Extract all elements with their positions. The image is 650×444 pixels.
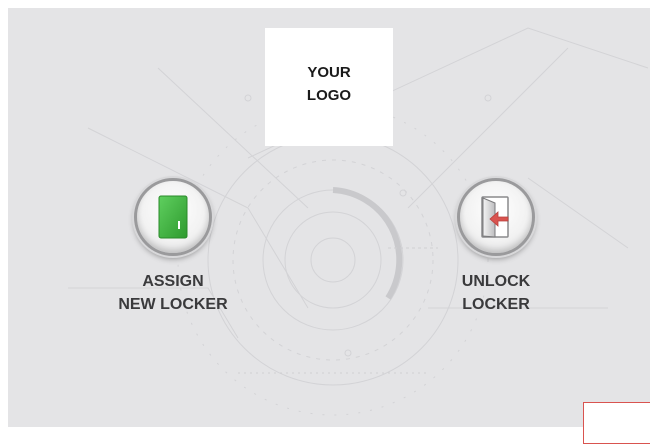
unlock-locker-button[interactable]: UNLOCK LOCKER [426,178,566,316]
logo-placeholder: YOUR LOGO [265,28,393,146]
open-door-arrow-icon [476,192,516,242]
assign-new-locker-button[interactable]: ASSIGN NEW LOCKER [103,178,243,316]
assign-label: ASSIGN NEW LOCKER [118,270,227,316]
unlock-label-line-1: UNLOCK [461,273,531,290]
unlock-round-button[interactable] [457,178,535,256]
kiosk-screen: YOUR LOGO ASSIGN NEW LOCKER UNLOCK LOCKE… [8,8,650,427]
logo-line-2: LOGO [306,87,352,104]
unlock-label-line-2: LOCKER [462,296,530,313]
corner-frame [583,402,650,444]
assign-round-button[interactable] [134,178,212,256]
green-locker-door-icon [153,192,193,242]
logo-text: YOUR LOGO [307,61,351,107]
logo-line-1: YOUR [307,64,351,81]
assign-label-line-2: NEW LOCKER [118,296,228,313]
assign-label-line-1: ASSIGN [142,273,204,290]
unlock-label: UNLOCK LOCKER [462,270,530,316]
